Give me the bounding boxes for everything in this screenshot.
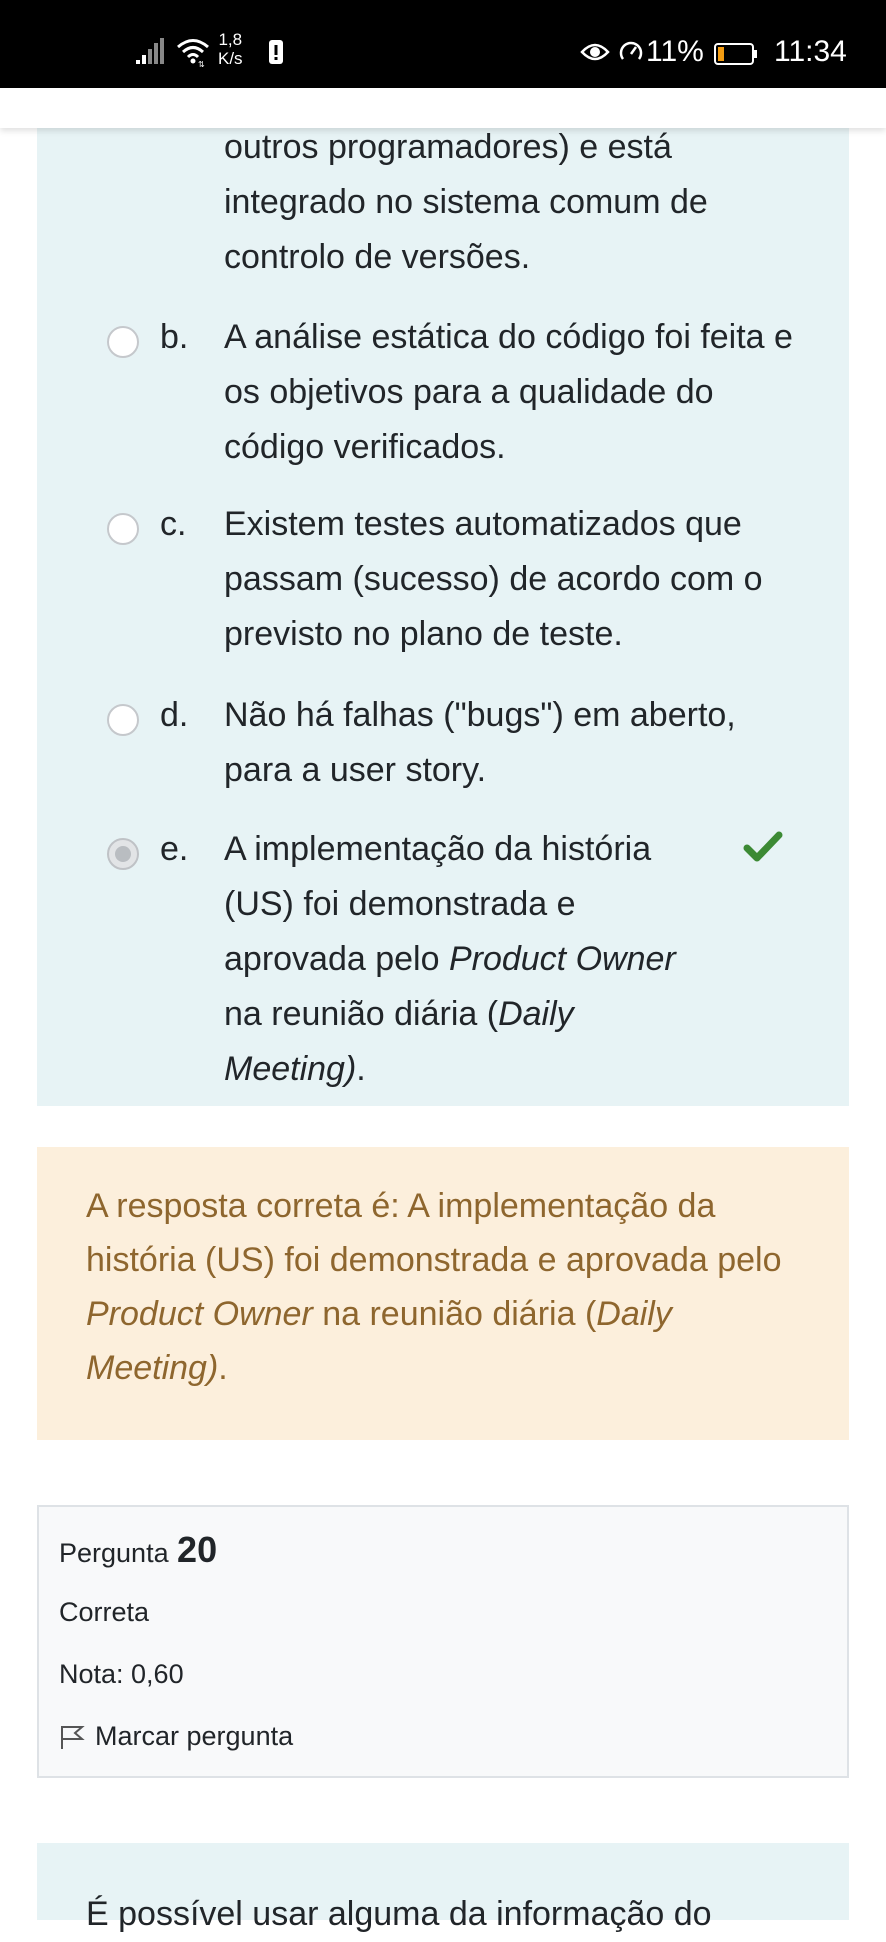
network-speed-value: 1,8 [218, 30, 243, 49]
feedback-text-part: na reunião diária ( [312, 1295, 597, 1333]
option-letter: d. [160, 696, 189, 734]
option-letter: c. [160, 505, 187, 543]
status-bar: ⇅ 1,8 K/s 11% 11:34 [0, 0, 886, 88]
option-d[interactable]: d. Não há falhas ("bugs") em aberto, par… [100, 688, 820, 803]
next-question-text: É possível usar alguma da informação do [86, 1895, 712, 1933]
battery-percent-text: 11% [646, 35, 704, 68]
option-text-emphasis: Product Owner [448, 940, 676, 978]
feedback-text-part: . [218, 1349, 228, 1387]
option-letter: e. [160, 830, 189, 868]
next-question-block: É possível usar alguma da informação do [37, 1843, 849, 1933]
question-state: Correta [59, 1597, 150, 1627]
option-text-part: . [356, 1050, 366, 1088]
option-letter: b. [160, 318, 189, 356]
option-text: A análise estática do código foi feita e… [224, 318, 793, 466]
option-text: Existem testes automatizados que passam … [224, 505, 763, 653]
feedback-text: A resposta correta é: A implementação da… [86, 1179, 806, 1395]
option-text: A implementação da história (US) foi dem… [224, 822, 704, 1097]
question-number: Pergunta 20 [59, 1529, 217, 1571]
correct-answer-feedback: A resposta correta é: A implementação da… [37, 1147, 849, 1440]
question-info-box: Pergunta 20 Correta Nota: 0,60 Marcar pe… [37, 1505, 849, 1778]
power-saving-icon [619, 41, 643, 60]
question-number-value: 20 [177, 1529, 218, 1570]
question-grade: Nota: 0,60 [59, 1659, 184, 1689]
check-icon [743, 831, 783, 862]
battery-icon [714, 43, 757, 65]
battery-percent: 11% [618, 34, 704, 70]
option-text-part: na reunião diária ( [224, 995, 499, 1033]
option-c[interactable]: c. Existem testes automatizados que pass… [100, 497, 820, 667]
alert-icon [269, 40, 283, 64]
radio-option-c[interactable] [107, 513, 139, 545]
network-speed-unit: K/s [218, 49, 243, 68]
feedback-text-emphasis: Product Owner [86, 1295, 313, 1333]
clock: 11:34 [774, 35, 847, 68]
flag-question-link[interactable]: Marcar pergunta [59, 1721, 293, 1752]
flag-icon [61, 1725, 85, 1749]
eye-icon [580, 43, 610, 61]
option-b[interactable]: b. A análise estática do código foi feit… [100, 310, 820, 480]
svg-text:⇅: ⇅ [198, 60, 205, 68]
option-e[interactable]: e. A implementação da história (US) foi … [100, 822, 820, 1088]
radio-option-e[interactable] [107, 838, 139, 870]
network-speed: 1,8 K/s [218, 30, 243, 68]
previous-option-text: outros programadores) e está integrado n… [224, 128, 708, 276]
radio-option-d[interactable] [107, 704, 139, 736]
radio-option-b[interactable] [107, 326, 139, 358]
signal-icon [136, 38, 164, 64]
feedback-text-part: A resposta correta é: A implementação da… [86, 1187, 782, 1279]
wifi-icon: ⇅ [177, 39, 209, 68]
flag-question-label: Marcar pergunta [95, 1721, 294, 1751]
option-text: Não há falhas ("bugs") em aberto, para a… [224, 696, 736, 789]
question-label: Pergunta [59, 1538, 169, 1568]
